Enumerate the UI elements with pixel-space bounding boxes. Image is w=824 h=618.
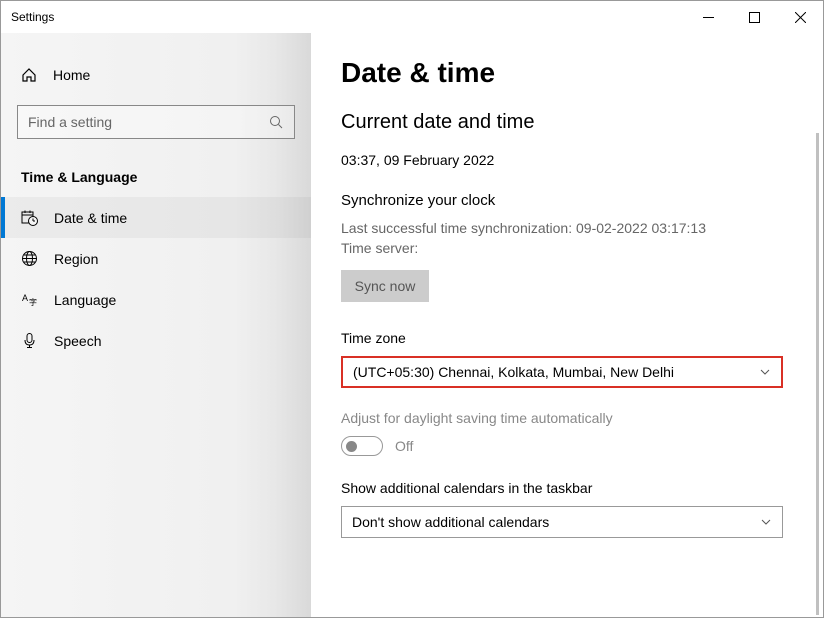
dst-label: Adjust for daylight saving time automati… [341,410,791,426]
window-title: Settings [11,10,54,24]
search-input[interactable] [28,114,269,130]
sidebar-item-speech[interactable]: Speech [1,320,311,361]
language-icon: A字 [21,291,38,308]
sync-now-button[interactable]: Sync now [341,270,429,302]
dst-toggle: Off [341,436,791,456]
svg-text:字: 字 [29,297,37,307]
home-button[interactable]: Home [1,57,311,93]
sidebar: Home Time & Language Date & time Region … [1,33,311,617]
sidebar-item-date-time[interactable]: Date & time [1,197,311,238]
timezone-label: Time zone [341,330,791,346]
timezone-value: (UTC+05:30) Chennai, Kolkata, Mumbai, Ne… [353,364,674,380]
timezone-dropdown[interactable]: (UTC+05:30) Chennai, Kolkata, Mumbai, Ne… [341,356,783,388]
chevron-down-icon [759,366,771,378]
current-datetime-value: 03:37, 09 February 2022 [341,152,791,168]
additional-calendars-dropdown[interactable]: Don't show additional calendars [341,506,783,538]
sidebar-item-label: Date & time [54,210,127,226]
toggle-track [341,436,383,456]
toggle-thumb [346,441,357,452]
dst-state: Off [395,438,413,454]
search-icon [269,115,284,130]
minimize-button[interactable] [685,1,731,33]
sidebar-item-label: Region [54,251,98,267]
svg-text:A: A [22,293,28,303]
content-area: Date & time Current date and time 03:37,… [311,33,823,617]
sync-last-success: Last successful time synchronization: 09… [341,219,791,239]
chevron-down-icon [760,516,772,528]
additional-calendars-value: Don't show additional calendars [352,514,549,530]
sync-time-server: Time server: [341,239,791,259]
sidebar-item-region[interactable]: Region [1,238,311,279]
calendar-clock-icon [21,209,38,226]
category-label: Time & Language [1,151,311,197]
globe-icon [21,250,38,267]
home-label: Home [53,67,90,83]
section-current-datetime: Current date and time [341,111,791,134]
maximize-button[interactable] [731,1,777,33]
sidebar-item-label: Language [54,292,116,308]
sidebar-item-language[interactable]: A字 Language [1,279,311,320]
page-title: Date & time [341,57,791,89]
additional-calendars-label: Show additional calendars in the taskbar [341,480,791,496]
search-box[interactable] [17,105,295,139]
sidebar-item-label: Speech [54,333,101,349]
sync-info: Last successful time synchronization: 09… [341,219,791,258]
home-icon [21,67,37,83]
microphone-icon [21,332,38,349]
close-button[interactable] [777,1,823,33]
sync-heading: Synchronize your clock [341,192,791,209]
